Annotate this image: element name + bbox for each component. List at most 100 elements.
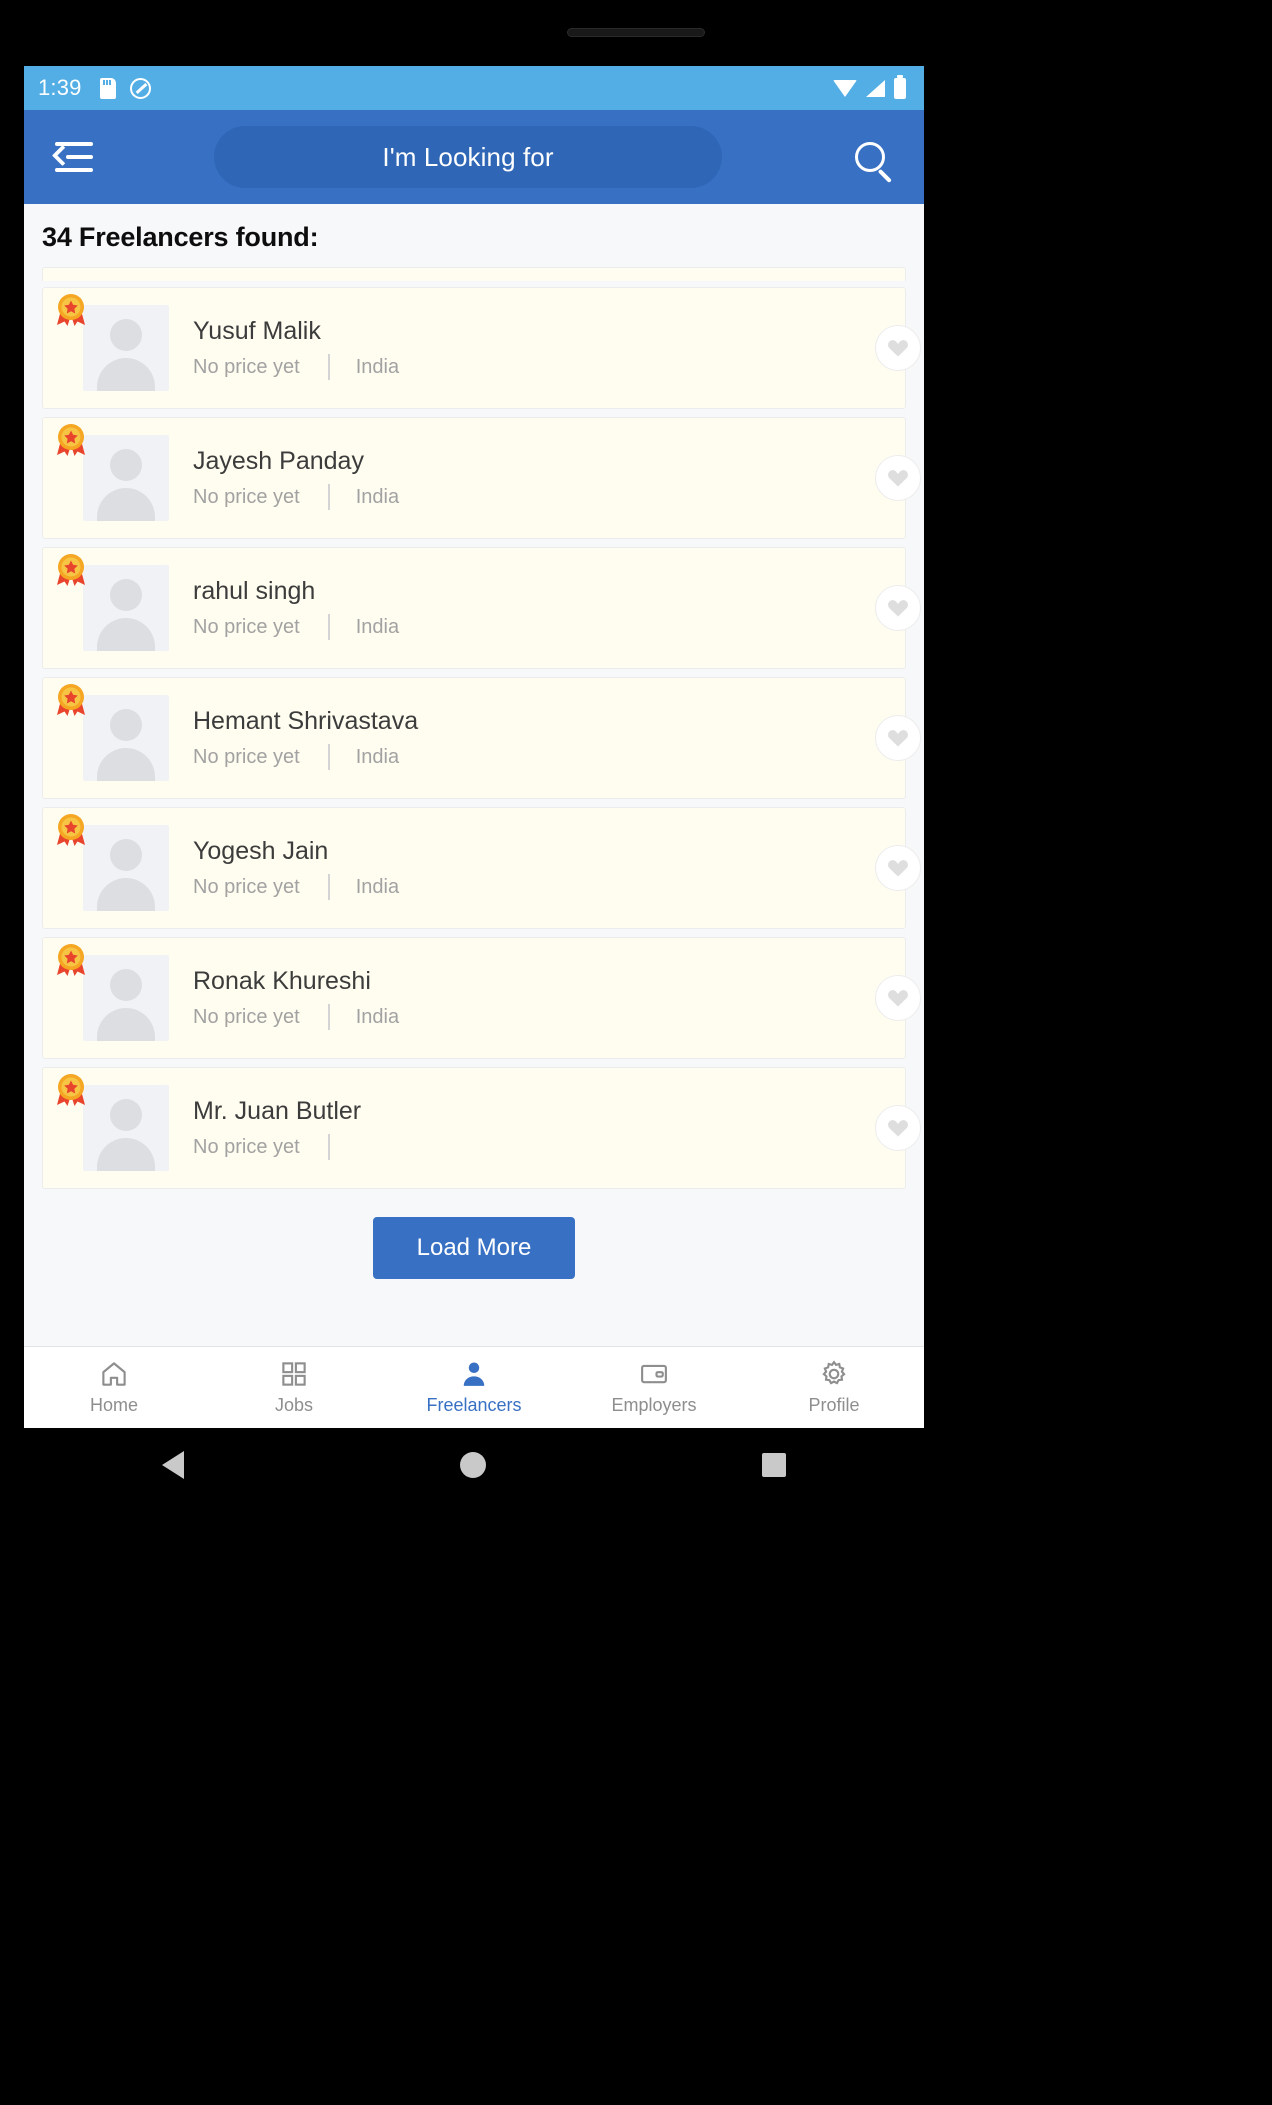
freelancer-details: Jayesh Panday No price yet India xyxy=(193,446,905,510)
nav-label: Freelancers xyxy=(426,1395,522,1415)
meta-divider xyxy=(327,354,330,380)
heart-icon xyxy=(888,730,908,747)
favorite-button[interactable] xyxy=(875,585,921,631)
partial-card-above xyxy=(42,267,906,281)
freelancer-card[interactable]: rahul singh No price yet India xyxy=(42,547,921,669)
favorite-button[interactable] xyxy=(875,845,921,891)
nav-item-freelancers[interactable]: Freelancers xyxy=(384,1347,564,1428)
nav-label: Employers xyxy=(611,1395,697,1415)
freelancer-price: No price yet xyxy=(193,615,300,638)
favorite-button[interactable] xyxy=(875,715,921,761)
nav-label: Home xyxy=(89,1395,138,1415)
favorite-button[interactable] xyxy=(875,975,921,1021)
back-triangle-icon[interactable] xyxy=(162,1451,184,1479)
freelancer-card[interactable]: Yogesh Jain No price yet India xyxy=(42,807,921,929)
freelancer-details: Hemant Shrivastava No price yet India xyxy=(193,706,905,770)
award-medal-icon xyxy=(54,422,88,458)
battery-icon xyxy=(894,74,906,99)
app-screen: 1:39 I'm Looking for 34 Freelancers foun… xyxy=(24,66,924,1428)
freelancer-meta: No price yet India xyxy=(193,1004,835,1030)
app-bar: I'm Looking for xyxy=(24,110,924,204)
heart-icon xyxy=(888,860,908,877)
do-not-disturb-icon xyxy=(129,77,151,99)
freelancer-details: Ronak Khureshi No price yet India xyxy=(193,966,905,1030)
freelancer-price: No price yet xyxy=(193,355,300,378)
award-medal-icon xyxy=(54,1072,88,1108)
search-input[interactable]: I'm Looking for xyxy=(214,126,722,188)
avatar xyxy=(83,955,169,1041)
meta-divider xyxy=(327,874,330,900)
favorite-button[interactable] xyxy=(875,1105,921,1151)
freelancer-location: India xyxy=(355,485,400,508)
freelancer-price: No price yet xyxy=(193,1135,300,1158)
freelancer-details: Yusuf Malik No price yet India xyxy=(193,316,905,380)
heart-icon xyxy=(888,600,908,617)
freelancer-card[interactable]: Yusuf Malik No price yet India xyxy=(42,287,921,409)
freelancer-card[interactable]: Mr. Juan Butler No price yet xyxy=(42,1067,921,1189)
bottom-navigation[interactable]: Home Jobs Freelancers Employers Profile xyxy=(24,1346,924,1428)
favorite-button[interactable] xyxy=(875,325,921,371)
freelancer-price: No price yet xyxy=(193,485,300,508)
freelancer-name: Mr. Juan Butler xyxy=(193,1097,362,1125)
freelancer-details: rahul singh No price yet India xyxy=(193,576,905,640)
freelancer-card[interactable]: Jayesh Panday No price yet India xyxy=(42,417,921,539)
status-bar-left-icons xyxy=(99,77,151,99)
freelancer-name: rahul singh xyxy=(193,577,316,605)
nav-item-profile[interactable]: Profile xyxy=(744,1347,924,1428)
nav-item-jobs[interactable]: Jobs xyxy=(204,1347,384,1428)
nav-label: Profile xyxy=(808,1395,860,1415)
avatar xyxy=(83,825,169,911)
freelancer-location: India xyxy=(355,355,400,378)
heart-icon xyxy=(888,470,908,487)
heart-icon xyxy=(888,340,908,357)
menu-back-icon xyxy=(51,142,93,172)
results-header: 34 Freelancers found: xyxy=(24,204,924,267)
grid-icon xyxy=(279,1359,309,1389)
freelancer-name: Yusuf Malik xyxy=(193,317,321,345)
android-system-nav xyxy=(24,1428,924,1502)
cellular-signal-icon xyxy=(866,79,885,97)
freelancer-location: India xyxy=(355,875,400,898)
speaker-notch xyxy=(567,28,705,37)
heart-icon xyxy=(888,990,908,1007)
nav-label: Jobs xyxy=(274,1395,314,1415)
load-more-button[interactable]: Load More xyxy=(372,1217,576,1279)
avatar xyxy=(83,435,169,521)
freelancer-meta: No price yet India xyxy=(193,614,835,640)
nav-item-home[interactable]: Home xyxy=(24,1347,204,1428)
freelancer-location: India xyxy=(355,745,400,768)
load-more-container: Load More xyxy=(24,1197,924,1305)
meta-divider xyxy=(327,614,330,640)
freelancer-list[interactable]: Yusuf Malik No price yet India Jayesh Panda… xyxy=(24,267,924,1189)
card-icon xyxy=(639,1359,669,1389)
freelancer-name: Hemant Shrivastava xyxy=(193,707,419,735)
freelancer-card[interactable]: Hemant Shrivastava No price yet India xyxy=(42,677,921,799)
freelancer-price: No price yet xyxy=(193,875,300,898)
freelancer-price: No price yet xyxy=(193,745,300,768)
recents-square-icon[interactable] xyxy=(762,1453,786,1477)
home-circle-icon[interactable] xyxy=(460,1452,486,1478)
search-button[interactable] xyxy=(842,129,898,185)
award-medal-icon xyxy=(54,552,88,588)
award-medal-icon xyxy=(54,292,88,328)
freelancer-meta: No price yet India xyxy=(193,354,835,380)
favorite-button[interactable] xyxy=(875,455,921,501)
device-frame: 1:39 I'm Looking for 34 Freelancers foun… xyxy=(0,0,1272,2105)
freelancer-name: Ronak Khureshi xyxy=(193,967,371,995)
freelancer-price: No price yet xyxy=(193,1005,300,1028)
freelancer-card[interactable]: Ronak Khureshi No price yet India xyxy=(42,937,921,1059)
status-bar-right-icons xyxy=(833,74,906,99)
freelancer-meta: No price yet India xyxy=(193,484,835,510)
results-count-title: 34 Freelancers found: xyxy=(42,222,319,252)
sd-card-icon xyxy=(99,77,116,99)
freelancer-meta: No price yet xyxy=(193,1134,835,1160)
freelancer-details: Mr. Juan Butler No price yet xyxy=(193,1096,905,1160)
person-icon xyxy=(459,1359,489,1389)
nav-item-employers[interactable]: Employers xyxy=(564,1347,744,1428)
home-icon xyxy=(99,1359,129,1389)
search-placeholder-text: I'm Looking for xyxy=(382,141,554,172)
menu-back-button[interactable] xyxy=(46,129,102,185)
wifi-icon xyxy=(833,79,857,97)
avatar xyxy=(83,695,169,781)
meta-divider xyxy=(327,1134,330,1160)
